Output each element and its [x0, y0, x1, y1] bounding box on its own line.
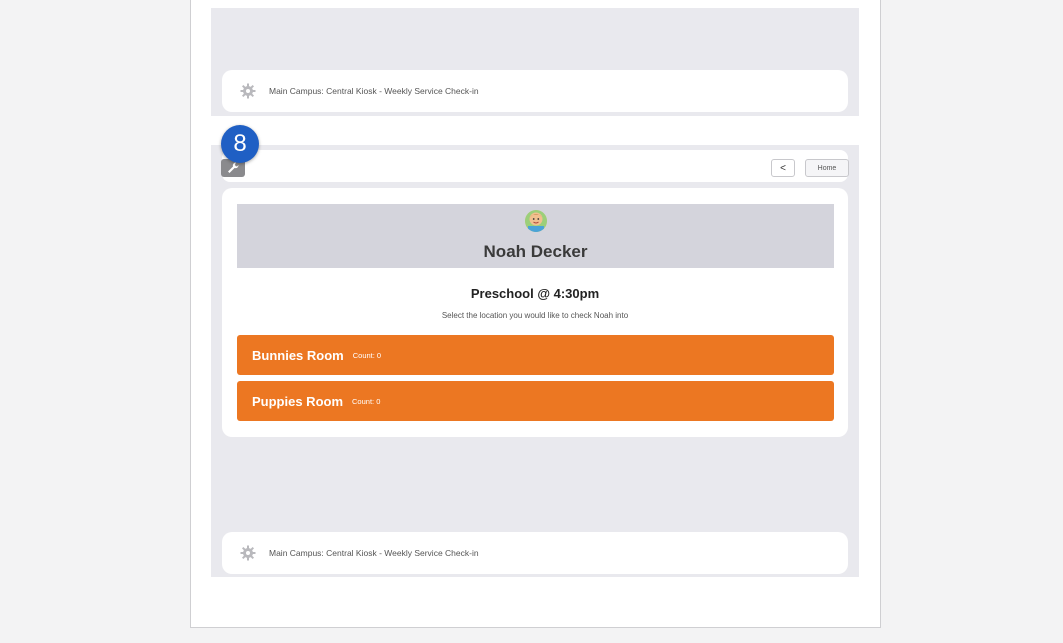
kiosk-screen: < Home Noah Decker Preschool @ 4:30pm Se…	[211, 145, 859, 577]
room-button-puppies[interactable]: Puppies Room Count: 0	[237, 381, 834, 421]
room-button-bunnies[interactable]: Bunnies Room Count: 0	[237, 335, 834, 375]
person-name: Noah Decker	[483, 242, 588, 261]
person-panel: Noah Decker	[237, 204, 834, 268]
gear-icon[interactable]	[240, 545, 256, 561]
room-name: Puppies Room	[252, 393, 344, 409]
footer-location-text: Main Campus: Central Kiosk - Weekly Serv…	[269, 548, 479, 558]
kiosk-footer: Main Campus: Central Kiosk - Weekly Serv…	[222, 532, 848, 574]
home-button[interactable]: Home	[805, 159, 849, 177]
footer-location-text: Main Campus: Central Kiosk - Weekly Serv…	[269, 86, 479, 96]
back-button[interactable]: <	[771, 159, 795, 177]
kiosk-footer: Main Campus: Central Kiosk - Weekly Serv…	[222, 70, 848, 112]
kiosk-header: < Home	[222, 150, 849, 182]
checkin-card: Noah Decker Preschool @ 4:30pm Select th…	[222, 188, 848, 437]
step-number-badge: 8	[221, 125, 259, 163]
room-count: Count: 0	[352, 396, 381, 406]
room-name: Bunnies Room	[252, 347, 344, 363]
gear-icon[interactable]	[240, 83, 256, 99]
room-count: Count: 0	[352, 350, 382, 360]
schedule-title: Preschool @ 4:30pm	[470, 286, 600, 301]
instruction-text: Select the location you would like to ch…	[441, 311, 629, 320]
wrench-icon	[228, 162, 239, 173]
avatar	[525, 210, 547, 232]
previous-kiosk-screen: Main Campus: Central Kiosk - Weekly Serv…	[211, 8, 859, 116]
